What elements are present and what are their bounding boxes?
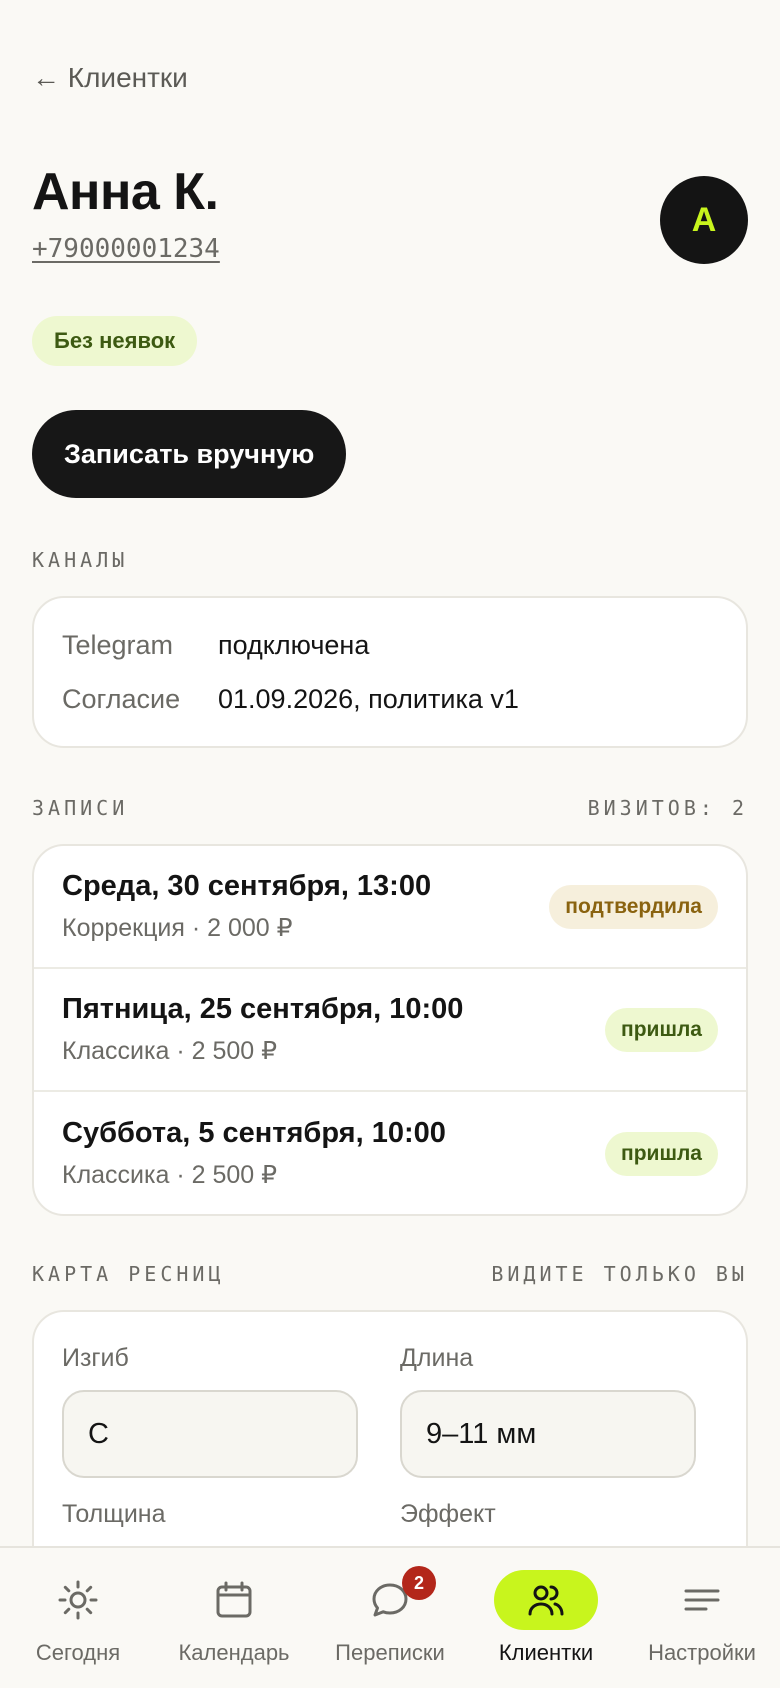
privacy-note: ВИДИТЕ ТОЛЬКО ВЫ bbox=[491, 1262, 748, 1286]
tab-clients[interactable]: Клиентки bbox=[468, 1548, 624, 1688]
sun-icon bbox=[26, 1570, 130, 1630]
lash-map-section-label: КАРТА РЕСНИЦ bbox=[32, 1262, 225, 1286]
client-name: Анна К. bbox=[32, 163, 219, 221]
appointment-row[interactable]: Среда, 30 сентября, 13:00 Коррекция · 2 … bbox=[34, 846, 746, 969]
appointment-info: Пятница, 25 сентября, 10:00 Классика · 2… bbox=[62, 993, 463, 1066]
channels-card: Telegram подключена Согласие 01.09.2026,… bbox=[32, 596, 748, 748]
users-icon bbox=[494, 1570, 598, 1630]
tab-today[interactable]: Сегодня bbox=[0, 1548, 156, 1688]
channel-value: подключена bbox=[218, 629, 370, 660]
client-profile-page: ← Клиентки Анна К. +79000001234 А Без не… bbox=[0, 0, 780, 1688]
tab-label: Клиентки bbox=[498, 1640, 594, 1665]
book-manual-button[interactable]: Записать вручную bbox=[32, 410, 347, 498]
status-badge: пришла bbox=[605, 1131, 718, 1176]
tab-label: Переписки bbox=[335, 1640, 445, 1665]
client-phone-link[interactable]: +79000001234 bbox=[32, 234, 220, 264]
status-badge: подтвердила bbox=[549, 884, 718, 929]
back-link-label: ← Клиентки bbox=[32, 62, 188, 93]
no-show-badge-label: Без неявок bbox=[54, 328, 176, 353]
appointments-card: Среда, 30 сентября, 13:00 Коррекция · 2 … bbox=[32, 844, 748, 1216]
status-badge: пришла bbox=[605, 1007, 718, 1052]
appointment-row[interactable]: Пятница, 25 сентября, 10:00 Классика · 2… bbox=[34, 969, 746, 1092]
appointment-service: Классика · 2 500 ₽ bbox=[62, 1037, 278, 1065]
appointment-service: Классика · 2 500 ₽ bbox=[62, 1161, 278, 1189]
appointment-info: Среда, 30 сентября, 13:00 Коррекция · 2 … bbox=[62, 870, 431, 943]
tab-settings[interactable]: Настройки bbox=[624, 1548, 780, 1688]
bottom-tab-bar: Сегодня Календарь 2 Переписки Клиентки Н… bbox=[0, 1546, 780, 1688]
avatar-letter: А bbox=[691, 200, 717, 239]
thickness-label: Толщина bbox=[62, 1500, 166, 1528]
channel-row-telegram: Telegram подключена bbox=[34, 618, 746, 672]
channel-key: Согласие bbox=[62, 683, 181, 714]
appointments-section-label: ЗАПИСИ bbox=[32, 796, 129, 820]
curl-field[interactable]: C bbox=[62, 1390, 358, 1478]
effect-label: Эффект bbox=[400, 1500, 496, 1528]
appointment-date: Суббота, 5 сентября, 10:00 bbox=[62, 1117, 446, 1149]
back-link[interactable]: ← Клиентки bbox=[32, 62, 188, 94]
avatar: А bbox=[660, 176, 748, 264]
menu-icon bbox=[650, 1570, 754, 1630]
appointment-date: Среда, 30 сентября, 13:00 bbox=[62, 870, 432, 902]
channel-row-consent: Согласие 01.09.2026, политика v1 bbox=[34, 672, 746, 726]
calendar-icon bbox=[182, 1570, 286, 1630]
channels-section-label: КАНАЛЫ bbox=[32, 548, 129, 572]
no-show-badge: Без неявок bbox=[32, 316, 198, 366]
visits-count: ВИЗИТОВ: 2 bbox=[587, 796, 748, 820]
tab-label: Настройки bbox=[648, 1640, 756, 1665]
appointment-service: Коррекция · 2 000 ₽ bbox=[62, 914, 293, 942]
length-label: Длина bbox=[400, 1344, 474, 1372]
curl-label: Изгиб bbox=[62, 1344, 129, 1372]
tab-calendar[interactable]: Календарь bbox=[156, 1548, 312, 1688]
appointment-date: Пятница, 25 сентября, 10:00 bbox=[62, 993, 464, 1025]
appointment-info: Суббота, 5 сентября, 10:00 Классика · 2 … bbox=[62, 1117, 446, 1190]
tab-messages[interactable]: 2 Переписки bbox=[312, 1548, 468, 1688]
appointment-row[interactable]: Суббота, 5 сентября, 10:00 Классика · 2 … bbox=[34, 1092, 746, 1214]
channel-value: 01.09.2026, политика v1 bbox=[218, 683, 519, 714]
channel-key: Telegram bbox=[62, 629, 174, 660]
tab-label: Календарь bbox=[178, 1640, 290, 1665]
tab-label: Сегодня bbox=[35, 1640, 121, 1665]
unread-badge: 2 bbox=[402, 1566, 436, 1600]
length-field[interactable]: 9–11 мм bbox=[400, 1390, 696, 1478]
